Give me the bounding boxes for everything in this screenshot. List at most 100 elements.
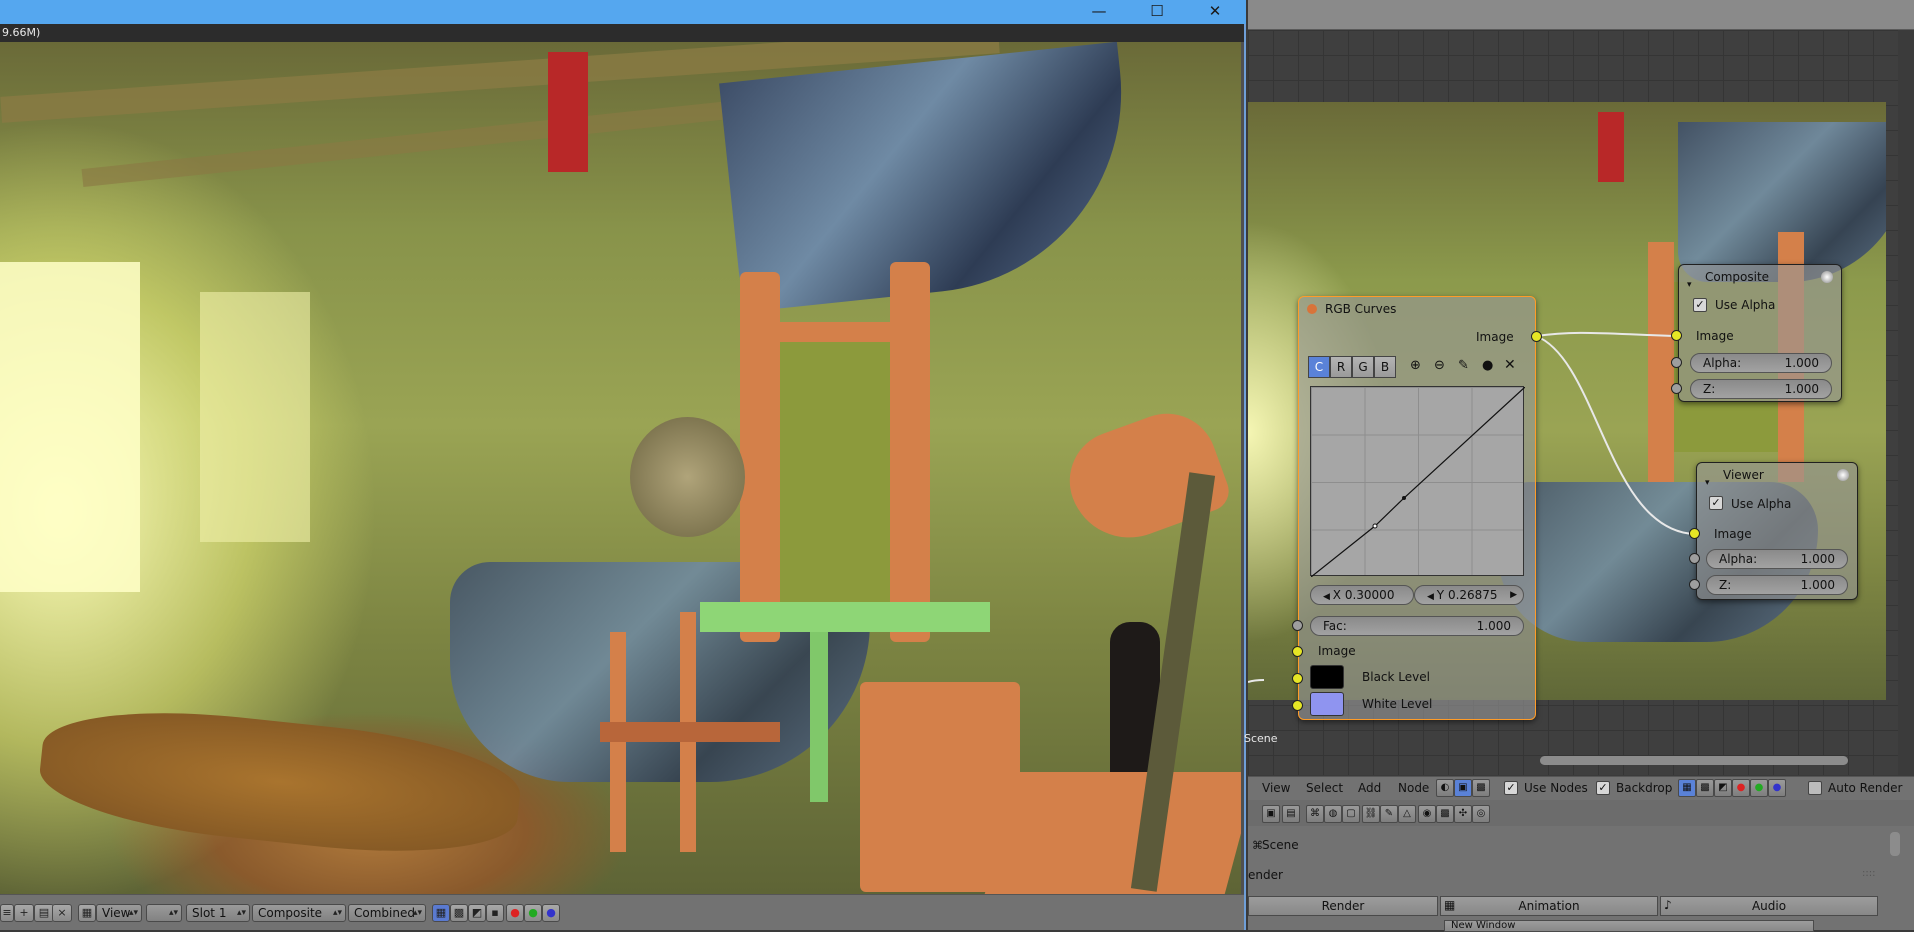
- fac-field[interactable]: Fac: 1.000: [1310, 616, 1524, 636]
- white-level-swatch[interactable]: [1310, 692, 1344, 716]
- curves-input-image-socket[interactable]: [1292, 646, 1303, 657]
- image-select[interactable]: Composite ▴▾: [252, 904, 346, 922]
- zoom-out-icon[interactable]: ⊖: [1434, 358, 1445, 373]
- viewer-alpha-socket[interactable]: [1689, 553, 1700, 564]
- curve-x-field[interactable]: ◀ X 0.30000: [1310, 585, 1414, 605]
- shader-nodes-icon[interactable]: ◐: [1436, 779, 1454, 797]
- menu-add[interactable]: Add: [1358, 780, 1381, 796]
- composite-image-socket[interactable]: [1671, 330, 1682, 341]
- collapse-arrow-icon[interactable]: ▾: [1687, 273, 1692, 297]
- rgb-curves-header[interactable]: RGB Curves: [1299, 297, 1535, 321]
- zoom-in-icon[interactable]: ⊕: [1410, 358, 1421, 373]
- channel-rgb-icon[interactable]: ▦: [432, 904, 450, 922]
- node-collapse-icon[interactable]: [1307, 304, 1317, 314]
- tab-channel-r[interactable]: R: [1330, 356, 1352, 378]
- composite-use-alpha-checkbox[interactable]: ✓: [1693, 298, 1707, 312]
- view-menu[interactable]: View ▴▾: [96, 904, 142, 922]
- composite-alpha-field[interactable]: Alpha: 1.000: [1690, 353, 1832, 373]
- pivot-button[interactable]: ▴▾: [146, 904, 182, 922]
- collapse-arrow-icon[interactable]: ▾: [1705, 471, 1710, 495]
- physics-context-icon[interactable]: ◎: [1472, 805, 1490, 823]
- backdrop-rgb-icon[interactable]: ▦: [1678, 779, 1696, 797]
- new-image-icon[interactable]: +: [14, 904, 34, 922]
- green-channel-icon[interactable]: ●: [524, 904, 542, 922]
- menu-view[interactable]: View: [1262, 780, 1290, 796]
- render-context-icon[interactable]: ▣: [1262, 805, 1280, 823]
- use-nodes-checkbox[interactable]: ✓: [1504, 781, 1518, 795]
- curve-point[interactable]: [1402, 496, 1406, 500]
- backdrop-rgba-icon[interactable]: ▩: [1696, 779, 1714, 797]
- fac-socket[interactable]: [1292, 620, 1303, 631]
- composite-z-socket[interactable]: [1671, 383, 1682, 394]
- rendered-image[interactable]: [0, 42, 1241, 894]
- black-level-socket[interactable]: [1292, 673, 1303, 684]
- image-icon[interactable]: ▦: [78, 904, 96, 922]
- drag-handle-icon[interactable]: ::::: [1862, 868, 1875, 879]
- slot-select[interactable]: Slot 1 ▴▾: [186, 904, 250, 922]
- animation-button[interactable]: Animation: [1440, 896, 1658, 916]
- render-section-header[interactable]: ender: [1248, 868, 1283, 882]
- backdrop-red-icon[interactable]: ●: [1732, 779, 1750, 797]
- vertical-scrollbar[interactable]: [1898, 30, 1914, 775]
- minimize-icon[interactable]: —: [1076, 0, 1122, 24]
- object-context-icon[interactable]: ▢: [1342, 805, 1360, 823]
- backdrop-blue-icon[interactable]: ●: [1768, 779, 1786, 797]
- curves-output-socket[interactable]: [1531, 331, 1542, 342]
- clip-dot-icon[interactable]: ●: [1482, 358, 1493, 373]
- delete-point-icon[interactable]: ✕: [1504, 357, 1516, 373]
- data-context-icon[interactable]: △: [1398, 805, 1416, 823]
- render-layers-icon[interactable]: ▤: [1282, 805, 1300, 823]
- channel-rgba-icon[interactable]: ▩: [450, 904, 468, 922]
- backdrop-alpha-icon[interactable]: ◩: [1714, 779, 1732, 797]
- particles-context-icon[interactable]: ✣: [1454, 805, 1472, 823]
- viewer-header[interactable]: ▾ Viewer: [1697, 463, 1857, 488]
- tab-channel-c[interactable]: C: [1308, 356, 1330, 378]
- editor-type-icon[interactable]: ≡: [0, 904, 14, 922]
- composite-alpha-socket[interactable]: [1671, 357, 1682, 368]
- red-channel-icon[interactable]: ●: [506, 904, 524, 922]
- black-level-swatch[interactable]: [1310, 665, 1344, 689]
- display-mode-select[interactable]: New Window: [1444, 920, 1814, 932]
- channel-alpha-icon[interactable]: ◩: [468, 904, 486, 922]
- menu-select[interactable]: Select: [1306, 780, 1343, 796]
- backdrop-checkbox[interactable]: ✓: [1596, 781, 1610, 795]
- menu-node[interactable]: Node: [1398, 780, 1429, 796]
- world-context-icon[interactable]: ◍: [1324, 805, 1342, 823]
- tab-channel-b[interactable]: B: [1374, 356, 1396, 378]
- scene-context-icon[interactable]: ⌘: [1306, 805, 1324, 823]
- texture-nodes-icon[interactable]: ▩: [1472, 779, 1490, 797]
- render-button[interactable]: Render: [1248, 896, 1438, 916]
- composite-header[interactable]: ▾ Composite: [1679, 265, 1841, 290]
- composite-preview-icon[interactable]: [1821, 271, 1833, 283]
- viewer-z-field[interactable]: Z: 1.000: [1706, 575, 1848, 595]
- unlink-icon[interactable]: ×: [52, 904, 72, 922]
- wrench-icon[interactable]: ✎: [1458, 358, 1469, 373]
- viewer-z-socket[interactable]: [1689, 579, 1700, 590]
- viewer-alpha-field[interactable]: Alpha: 1.000: [1706, 549, 1848, 569]
- render-window-titlebar[interactable]: — ☐ ✕: [0, 0, 1246, 24]
- material-context-icon[interactable]: ◉: [1418, 805, 1436, 823]
- maximize-icon[interactable]: ☐: [1134, 0, 1180, 24]
- channel-z-icon[interactable]: ▪: [486, 904, 504, 922]
- constraints-icon[interactable]: ⛓: [1362, 805, 1380, 823]
- curve-graph[interactable]: [1310, 386, 1525, 577]
- pass-select[interactable]: Combined ▴▾: [348, 904, 426, 922]
- modifier-icon[interactable]: ✎: [1380, 805, 1398, 823]
- viewer-preview-icon[interactable]: [1837, 469, 1849, 481]
- compositing-nodes-icon[interactable]: ▣: [1454, 779, 1472, 797]
- viewer-use-alpha-checkbox[interactable]: ✓: [1709, 496, 1723, 510]
- viewer-image-socket[interactable]: [1689, 528, 1700, 539]
- tab-channel-g[interactable]: G: [1352, 356, 1374, 378]
- curve-y-field[interactable]: ◀ Y 0.26875 ▶: [1414, 585, 1524, 605]
- blue-channel-icon[interactable]: ●: [542, 904, 560, 922]
- open-image-icon[interactable]: ▤: [34, 904, 54, 922]
- close-icon[interactable]: ✕: [1192, 0, 1238, 24]
- white-level-socket[interactable]: [1292, 700, 1303, 711]
- audio-button[interactable]: Audio: [1660, 896, 1878, 916]
- properties-scrollbar[interactable]: [1890, 832, 1900, 856]
- curve-point-active[interactable]: [1372, 523, 1378, 529]
- backdrop-green-icon[interactable]: ●: [1750, 779, 1768, 797]
- texture-context-icon[interactable]: ▩: [1436, 805, 1454, 823]
- composite-z-field[interactable]: Z: 1.000: [1690, 379, 1832, 399]
- auto-render-checkbox[interactable]: [1808, 781, 1822, 795]
